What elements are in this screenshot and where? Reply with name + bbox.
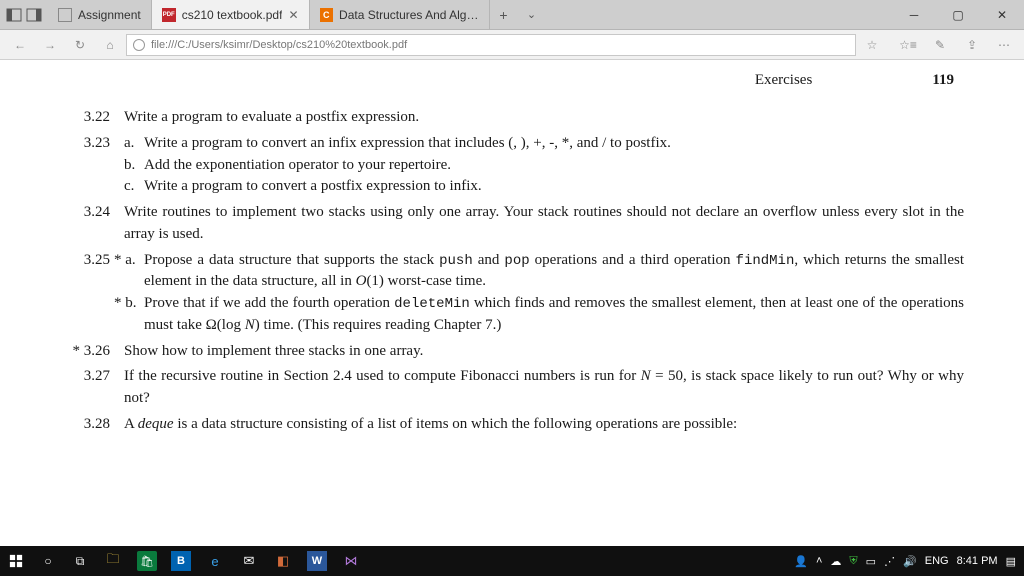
exercise-subitem: c.Write a program to convert a postfix e…: [124, 176, 964, 198]
tab-label: Data Structures And Algorit: [339, 8, 478, 22]
exercise: 3.28A deque is a data structure consisti…: [60, 414, 964, 436]
exercise-body: If the recursive routine in Section 2.4 …: [124, 366, 964, 410]
notes-icon[interactable]: ✎: [926, 33, 954, 57]
volume-icon[interactable]: 🔊: [903, 555, 917, 568]
exercise: 3.23a.Write a program to convert an infi…: [60, 133, 964, 198]
search-button[interactable]: ○: [32, 546, 64, 576]
url-text: file:///C:/Users/ksimr/Desktop/cs210%20t…: [151, 39, 407, 51]
pdf-page: Exercises 119 3.22Write a program to eva…: [0, 60, 1024, 436]
dock-left-icon[interactable]: [6, 7, 22, 23]
exercise-subitem: a.Write a program to convert an infix ex…: [124, 133, 964, 155]
exercise: 3.22Write a program to evaluate a postfi…: [60, 107, 964, 129]
exercise-number: 3.22: [60, 107, 124, 129]
url-input[interactable]: file:///C:/Users/ksimr/Desktop/cs210%20t…: [126, 34, 856, 56]
close-icon[interactable]: ✕: [288, 8, 298, 22]
tray-chevron-icon[interactable]: ˄: [816, 555, 822, 567]
tab-assignment[interactable]: Assignment: [48, 0, 152, 29]
exercise-number: 3.24: [60, 202, 124, 246]
app-b[interactable]: B: [164, 546, 198, 576]
maximize-button[interactable]: ▢: [936, 0, 980, 30]
more-icon[interactable]: ⋯: [990, 33, 1018, 57]
app-generic[interactable]: ◧: [266, 546, 300, 576]
favorites-list-icon[interactable]: ☆≡: [894, 33, 922, 57]
back-button[interactable]: ←: [6, 33, 34, 57]
tab-strip: Assignment PDF cs210 textbook.pdf ✕ C Da…: [48, 0, 546, 29]
exercise-body: a.Write a program to convert an infix ex…: [124, 133, 964, 198]
battery-icon[interactable]: ▭: [866, 555, 876, 568]
page-icon: [58, 8, 72, 22]
exercise-subitem: b.Add the exponentiation operator to you…: [124, 155, 964, 177]
exercise-body: Write a program to evaluate a postfix ex…: [124, 107, 964, 129]
app-file-explorer[interactable]: 🗀: [96, 546, 130, 576]
system-tray: 👤 ˄ ☁ ⛨ ▭ ⋰ 🔊 ENG 8:41 PM ▤: [794, 555, 1024, 568]
tab-pdf[interactable]: PDF cs210 textbook.pdf ✕: [152, 0, 310, 29]
pdf-viewport[interactable]: Exercises 119 3.22Write a program to eva…: [0, 60, 1024, 546]
security-icon[interactable]: ⛨: [849, 555, 857, 568]
info-icon: [133, 39, 145, 51]
tab-label: Assignment: [78, 8, 141, 22]
browser-titlebar: Assignment PDF cs210 textbook.pdf ✕ C Da…: [0, 0, 1024, 30]
notifications-icon[interactable]: ▤: [1006, 555, 1016, 568]
exercise: * 3.26Show how to implement three stacks…: [60, 341, 964, 363]
exercise-number: 3.27: [60, 366, 124, 410]
home-button[interactable]: ⌂: [96, 33, 124, 57]
windows-taskbar: ○ ⧉ 🗀 🛍 B e ✉ ◧ W ⋈ 👤 ˄ ☁ ⛨ ▭ ⋰ 🔊 ENG 8:…: [0, 546, 1024, 576]
close-button[interactable]: ✕: [980, 0, 1024, 30]
task-view-button[interactable]: ⧉: [64, 546, 96, 576]
wifi-icon[interactable]: ⋰: [884, 555, 895, 568]
exercise-subitem: * a.Propose a data structure that suppor…: [124, 250, 964, 294]
app-store[interactable]: 🛍: [130, 546, 164, 576]
exercise: 3.27If the recursive routine in Section …: [60, 366, 964, 410]
tab-label: cs210 textbook.pdf: [182, 8, 283, 22]
pdf-icon: PDF: [162, 8, 176, 22]
start-button[interactable]: [0, 546, 32, 576]
tab-chegg[interactable]: C Data Structures And Algorit: [310, 0, 490, 29]
exercise-body: * a.Propose a data structure that suppor…: [124, 250, 964, 337]
clock[interactable]: 8:41 PM: [957, 555, 998, 567]
exercise: 3.25* a.Propose a data structure that su…: [60, 250, 964, 337]
section-title: Exercises: [755, 72, 812, 89]
app-word[interactable]: W: [300, 546, 334, 576]
app-edge[interactable]: e: [198, 546, 232, 576]
share-icon[interactable]: ⇪: [958, 33, 986, 57]
dock-right-icon[interactable]: [26, 7, 42, 23]
forward-button[interactable]: →: [36, 33, 64, 57]
onedrive-icon[interactable]: ☁: [830, 555, 841, 568]
language-indicator[interactable]: ENG: [925, 555, 949, 567]
page-number: 119: [932, 72, 954, 89]
exercise: 3.24Write routines to implement two stac…: [60, 202, 964, 246]
people-icon[interactable]: 👤: [794, 555, 808, 568]
exercise-body: A deque is a data structure consisting o…: [124, 414, 964, 436]
exercise-number: 3.23: [60, 133, 124, 198]
new-tab-button[interactable]: +: [490, 0, 518, 29]
exercise-body: Write routines to implement two stacks u…: [124, 202, 964, 246]
app-mail[interactable]: ✉: [232, 546, 266, 576]
tab-overflow-button[interactable]: ⌄: [518, 0, 546, 29]
address-bar: ← → ↻ ⌂ file:///C:/Users/ksimr/Desktop/c…: [0, 30, 1024, 60]
exercise-subitem: * b.Prove that if we add the fourth oper…: [124, 293, 964, 337]
refresh-button[interactable]: ↻: [66, 33, 94, 57]
exercise-number: 3.28: [60, 414, 124, 436]
exercise-number: * 3.26: [60, 341, 124, 363]
favorite-button[interactable]: ☆: [858, 33, 886, 57]
exercise-body: Show how to implement three stacks in on…: [124, 341, 964, 363]
app-visual-studio[interactable]: ⋈: [334, 546, 368, 576]
chegg-icon: C: [320, 8, 334, 22]
minimize-button[interactable]: ─: [892, 0, 936, 30]
